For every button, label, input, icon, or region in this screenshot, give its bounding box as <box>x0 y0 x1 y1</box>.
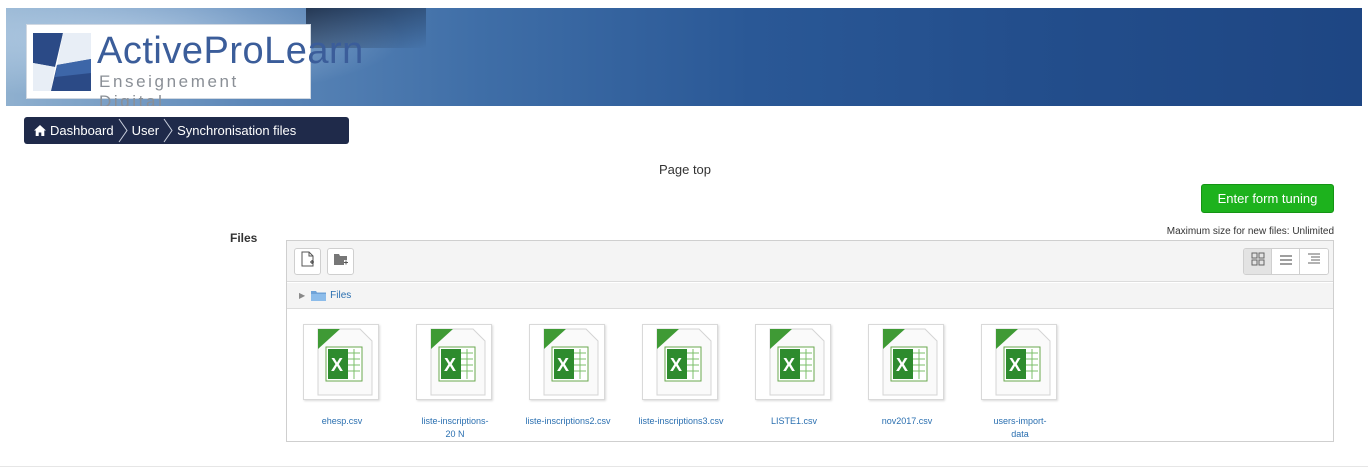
file-name: nov2017.csv <box>881 416 933 426</box>
svg-text:X: X <box>670 355 682 375</box>
file-name: liste-inscriptions- 20 N <box>421 416 489 439</box>
folder-icon <box>311 290 327 301</box>
page-top-text: Page top <box>658 162 712 177</box>
file-name: liste-inscriptions3.csv <box>638 416 724 426</box>
file-item[interactable]: X ehesp.csv <box>287 324 397 439</box>
excel-file-icon: X <box>529 324 605 400</box>
breadcrumb-synchronisation-files[interactable]: Synchronisation files <box>177 117 296 144</box>
chevron-right-icon <box>159 117 177 144</box>
file-manager: ▶ Files X ehesp.csv X liste-inscriptions… <box>286 240 1334 442</box>
file-name: ehesp.csv <box>321 416 363 426</box>
excel-file-icon: X <box>416 324 492 400</box>
icons-view-icon <box>1251 252 1265 271</box>
site-logo[interactable]: ActiveProLearn Enseignement Digital <box>26 24 363 106</box>
page-divider <box>0 466 1368 467</box>
max-size-note: Maximum size for new files: Unlimited <box>1166 226 1334 237</box>
file-item[interactable]: X LISTE1.csv <box>739 324 849 439</box>
excel-file-icon: X <box>868 324 944 400</box>
svg-text:X: X <box>896 355 908 375</box>
file-name: liste-inscriptions2.csv <box>525 416 611 426</box>
file-grid: X ehesp.csv X liste-inscriptions- 20 N X… <box>287 310 1333 442</box>
excel-file-icon: X <box>981 324 1057 400</box>
file-item[interactable]: X liste-inscriptions- 20 N <box>400 324 510 439</box>
file-item[interactable]: X liste-inscriptions2.csv <box>513 324 623 439</box>
add-file-icon <box>301 251 315 272</box>
svg-text:X: X <box>783 355 795 375</box>
files-field-label: Files <box>230 231 258 245</box>
create-folder-icon <box>333 252 349 271</box>
logo-mark-icon <box>33 33 91 91</box>
list-view-icon <box>1279 253 1293 271</box>
svg-text:X: X <box>1009 355 1021 375</box>
file-item[interactable]: X liste-inscriptions3.csv <box>626 324 736 439</box>
enter-form-tuning-button[interactable]: Enter form tuning <box>1201 184 1334 213</box>
excel-file-icon: X <box>303 324 379 400</box>
svg-text:X: X <box>557 355 569 375</box>
add-file-button[interactable] <box>294 248 321 275</box>
svg-text:X: X <box>444 355 456 375</box>
file-manager-toolbar <box>287 241 1333 282</box>
file-name: users-import- data <box>993 416 1047 439</box>
breadcrumb: Dashboard User Synchronisation files <box>24 117 349 144</box>
breadcrumb-dashboard[interactable]: Dashboard <box>34 117 114 144</box>
file-name: LISTE1.csv <box>770 416 817 426</box>
tree-view-button[interactable] <box>1300 249 1328 274</box>
icons-view-button[interactable] <box>1244 249 1272 274</box>
view-switcher <box>1243 248 1329 275</box>
tree-view-icon <box>1307 252 1321 271</box>
breadcrumb-sync-label: Synchronisation files <box>177 123 297 138</box>
breadcrumb-user-label: User <box>131 123 160 138</box>
file-item[interactable]: X nov2017.csv <box>852 324 962 439</box>
create-folder-button[interactable] <box>327 248 354 275</box>
file-item[interactable]: X users-import- data <box>965 324 1075 439</box>
home-icon <box>34 125 46 136</box>
logo-subtitle: Enseignement Digital <box>99 72 239 106</box>
excel-file-icon: X <box>642 324 718 400</box>
path-files-link[interactable]: Files <box>330 290 351 301</box>
header-banner: ActiveProLearn Enseignement Digital <box>6 8 1362 106</box>
excel-file-icon: X <box>755 324 831 400</box>
breadcrumb-dashboard-label: Dashboard <box>50 123 114 138</box>
list-view-button[interactable] <box>1272 249 1300 274</box>
breadcrumb-user[interactable]: User <box>132 117 159 144</box>
chevron-right-icon <box>114 117 132 144</box>
logo-title: ActiveProLearn <box>97 30 364 72</box>
svg-text:X: X <box>331 355 343 375</box>
file-manager-path: ▶ Files <box>287 283 1333 309</box>
expand-arrow-icon[interactable]: ▶ <box>299 291 305 300</box>
